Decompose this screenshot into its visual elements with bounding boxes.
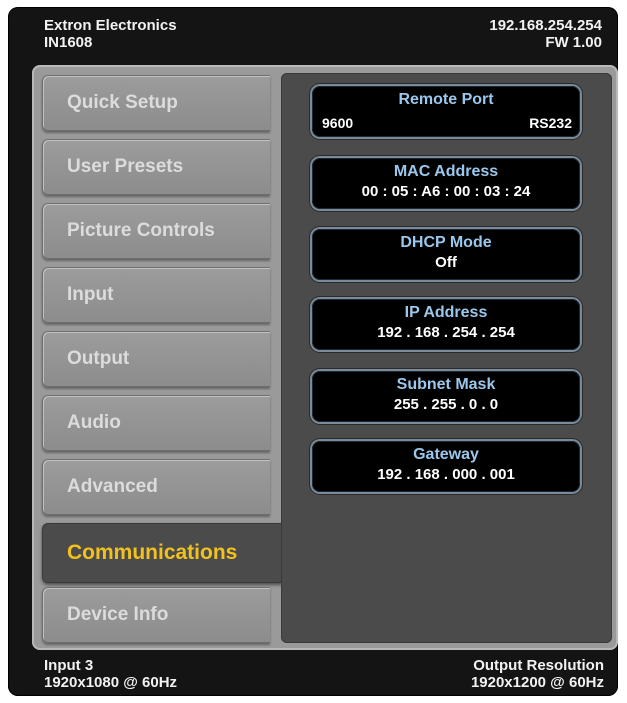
remote-port-field[interactable]: Remote Port 9600 RS232 (312, 86, 580, 137)
remote-port-type: RS232 (529, 115, 572, 131)
mac-address-field[interactable]: MAC Address 00 : 05 : A6 : 00 : 03 : 24 (312, 158, 580, 209)
remote-port-title: Remote Port (398, 91, 494, 108)
subnet-mask-value: 255 . 255 . 0 . 0 (393, 396, 499, 413)
input-resolution: 1920x1080 @ 60Hz (44, 674, 178, 691)
output-status: Output Resolution 1920x1200 @ 60Hz (471, 657, 604, 691)
tab-communications[interactable]: Communications (42, 523, 282, 583)
tab-output[interactable]: Output (42, 331, 270, 387)
tab-advanced[interactable]: Advanced (42, 459, 270, 515)
tab-audio[interactable]: Audio (42, 395, 270, 451)
device-identity: Extron Electronics IN1608 (44, 17, 177, 51)
output-resolution: 1920x1200 @ 60Hz (470, 674, 604, 691)
subnet-mask-field[interactable]: Subnet Mask 255 . 255 . 0 . 0 (312, 371, 580, 422)
ip-address-value: 192 . 168 . 254 . 254 (377, 324, 515, 341)
gateway-title: Gateway (413, 446, 479, 463)
ip-address-field[interactable]: IP Address 192 . 168 . 254 . 254 (312, 299, 580, 350)
tab-user-presets[interactable]: User Presets (42, 139, 270, 195)
brand-name: Extron Electronics (44, 17, 177, 34)
mac-address-value: 00 : 05 : A6 : 00 : 03 : 24 (361, 183, 531, 200)
device-network-info: 192.168.254.254 FW 1.00 (489, 17, 602, 51)
device-bezel: Extron Electronics IN1608 192.168.254.25… (8, 7, 618, 696)
remote-port-baud: 9600 (322, 115, 354, 131)
menu-panel: Quick Setup User Presets Picture Control… (32, 65, 618, 650)
model-name: IN1608 (44, 34, 93, 51)
dhcp-mode-field[interactable]: DHCP Mode Off (312, 229, 580, 280)
tab-device-info[interactable]: Device Info (42, 587, 270, 643)
communications-content: Remote Port 9600 RS232 MAC Address 00 : … (281, 73, 612, 643)
dhcp-mode-title: DHCP Mode (400, 234, 492, 251)
gateway-field[interactable]: Gateway 192 . 168 . 000 . 001 (312, 441, 580, 492)
header-ip: 192.168.254.254 (489, 17, 602, 34)
tab-picture-controls[interactable]: Picture Controls (42, 203, 270, 259)
tab-quick-setup[interactable]: Quick Setup (42, 75, 270, 131)
ip-address-title: IP Address (404, 304, 488, 321)
input-label: Input 3 (44, 657, 94, 674)
mac-address-title: MAC Address (393, 163, 499, 180)
gateway-value: 192 . 168 . 000 . 001 (377, 466, 515, 483)
input-status: Input 3 1920x1080 @ 60Hz (44, 657, 177, 691)
output-label: Output Resolution (473, 657, 604, 674)
firmware-version: FW 1.00 (545, 34, 602, 51)
dhcp-mode-value: Off (435, 254, 457, 271)
subnet-mask-title: Subnet Mask (396, 376, 496, 393)
tab-input[interactable]: Input (42, 267, 270, 323)
